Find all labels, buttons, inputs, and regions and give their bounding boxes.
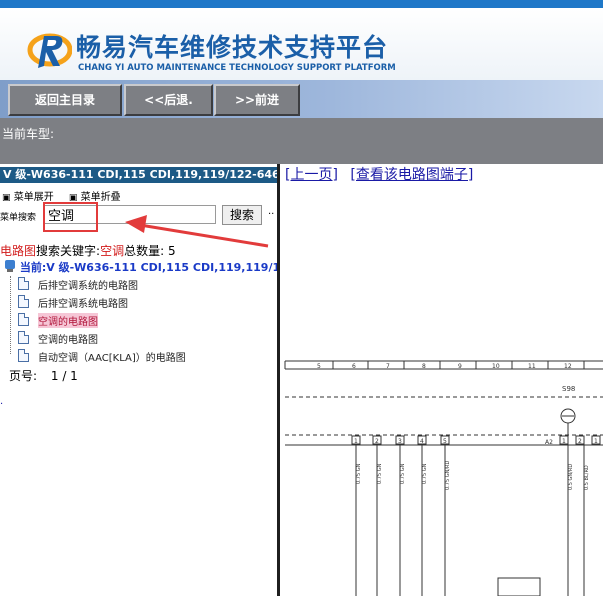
pin-label: 4 — [420, 438, 424, 445]
pin-label: 2 — [375, 438, 379, 445]
tree-connector — [10, 276, 11, 354]
wire-label: 0.75 GN — [400, 463, 406, 484]
pager-value[interactable]: 1 / 1 — [51, 369, 78, 383]
grid-number: 7 — [386, 363, 390, 370]
wire-labels: 0.75 GN 0.75 GN 0.75 GN 0.75 GN 0.75 GN/… — [356, 461, 590, 490]
vehicle-info-bar: 当前车型: — [0, 118, 603, 164]
current-model-label: 当前车型: — [2, 127, 55, 141]
pin-label: 3 — [398, 438, 402, 445]
pin-label: 5 — [443, 438, 447, 445]
tree-item-label: 空调的电路图 — [38, 335, 98, 346]
tree-root[interactable]: 当前:V 级-W636-111 CDI,115 CDI,119,119/122-… — [4, 259, 277, 275]
grid-number: 5 — [317, 363, 321, 370]
home-button[interactable]: 返回主目录 — [8, 84, 122, 116]
search-row: 菜单搜索 搜索 .. — [0, 204, 277, 226]
menu-toggle-row: ▣ 菜单展开 ▣ 菜单折叠 — [2, 188, 133, 203]
wires — [355, 445, 585, 596]
vehicle-tree-icon — [5, 260, 15, 272]
search-dots: .. — [268, 206, 275, 217]
forward-button[interactable]: >>前进 — [214, 84, 300, 116]
summary-count: 5 — [167, 244, 176, 258]
pager: 页号: 1 / 1 — [9, 367, 78, 384]
wiring-diagram[interactable]: 5 6 7 8 9 10 11 12 S98 A2 1 2 3 4 5 1 2 … — [280, 164, 603, 596]
wire-label: 0.5 BL/RD — [584, 465, 590, 490]
tree-item-label: 空调的电路图 — [38, 313, 98, 328]
pin-label: 2 — [578, 438, 582, 445]
wire-label: 0.75 GN — [377, 463, 383, 484]
annotation-highlight-box — [43, 202, 98, 232]
grid-number: 12 — [564, 363, 572, 370]
pin-label: 1 — [594, 438, 598, 445]
tree-root-label: 当前:V 级-W636-111 CDI,115 CDI,119,119/122-… — [19, 261, 277, 274]
tree-item-label: 自动空调（AAC[KLA]）的电路图 — [38, 353, 186, 364]
wire-label: 0.5 GN/RD — [568, 464, 574, 490]
diagram-panel: [上一页] [查看该电路图端子] 5 6 7 8 9 10 11 12 S98 … — [280, 164, 603, 596]
connector-label: A2 — [545, 439, 553, 446]
search-summary: 电路图搜索关键字:空调总数量: 5 — [0, 242, 176, 259]
diagram-grid-strip: 5 6 7 8 9 10 11 12 — [284, 360, 603, 370]
expand-icon: ▣ — [2, 193, 11, 203]
site-subtitle: CHANG YI AUTO MAINTENANCE TECHNOLOGY SUP… — [78, 63, 396, 73]
document-icon — [18, 295, 29, 308]
document-icon — [18, 313, 29, 326]
wire-label: 0.75 GN — [422, 463, 428, 484]
grid-number: 8 — [422, 363, 426, 370]
top-accent-bar — [0, 0, 603, 8]
document-icon — [18, 331, 29, 344]
wire-label: 0.75 GN/RD — [445, 461, 451, 490]
wire-label: 0.75 GN — [356, 463, 362, 484]
tree-item-label: 后排空调系统电路图 — [38, 299, 128, 310]
summary-count-label: 总数量: — [124, 244, 165, 258]
pin-label: 1 — [354, 438, 358, 445]
pin-label: 1 — [562, 438, 566, 445]
grid-number: 10 — [492, 363, 500, 370]
grid-number: 9 — [458, 363, 462, 370]
connector-strip: A2 1 2 3 4 5 1 2 1 — [285, 434, 603, 446]
summary-keyword-label: 搜索关键字: — [36, 244, 101, 258]
left-panel: V 级-W636-111 CDI,115 CDI,119,119/122-646… — [0, 164, 277, 596]
back-button[interactable]: <<后退. — [124, 84, 213, 116]
search-button[interactable]: 搜索 — [222, 205, 262, 225]
tree-item-label: 后排空调系统的电路图 — [38, 281, 138, 292]
component-label: S98 — [562, 385, 575, 393]
grid-number: 11 — [528, 363, 536, 370]
search-label: 菜单搜索 — [0, 213, 37, 223]
grid-number: 6 — [352, 363, 356, 370]
stray-link-dot[interactable]: . — [0, 396, 3, 407]
navigation-bar: 返回主目录 <<后退. >>前进 — [0, 80, 603, 118]
document-icon — [18, 349, 29, 362]
site-title: 畅易汽车维修技术支持平台 — [76, 33, 389, 62]
site-banner: 畅易汽车维修技术支持平台 CHANG YI AUTO MAINTENANCE T… — [0, 8, 603, 80]
document-icon — [18, 277, 29, 290]
pager-label: 页号: — [9, 369, 38, 383]
vehicle-header: V 级-W636-111 CDI,115 CDI,119,119/122-646… — [0, 167, 277, 183]
component-box: S98 — [285, 385, 603, 435]
logo-icon — [27, 33, 72, 68]
component-outline — [497, 577, 541, 596]
summary-prefix: 电路图 — [0, 244, 37, 258]
summary-keyword: 空调 — [100, 244, 125, 258]
